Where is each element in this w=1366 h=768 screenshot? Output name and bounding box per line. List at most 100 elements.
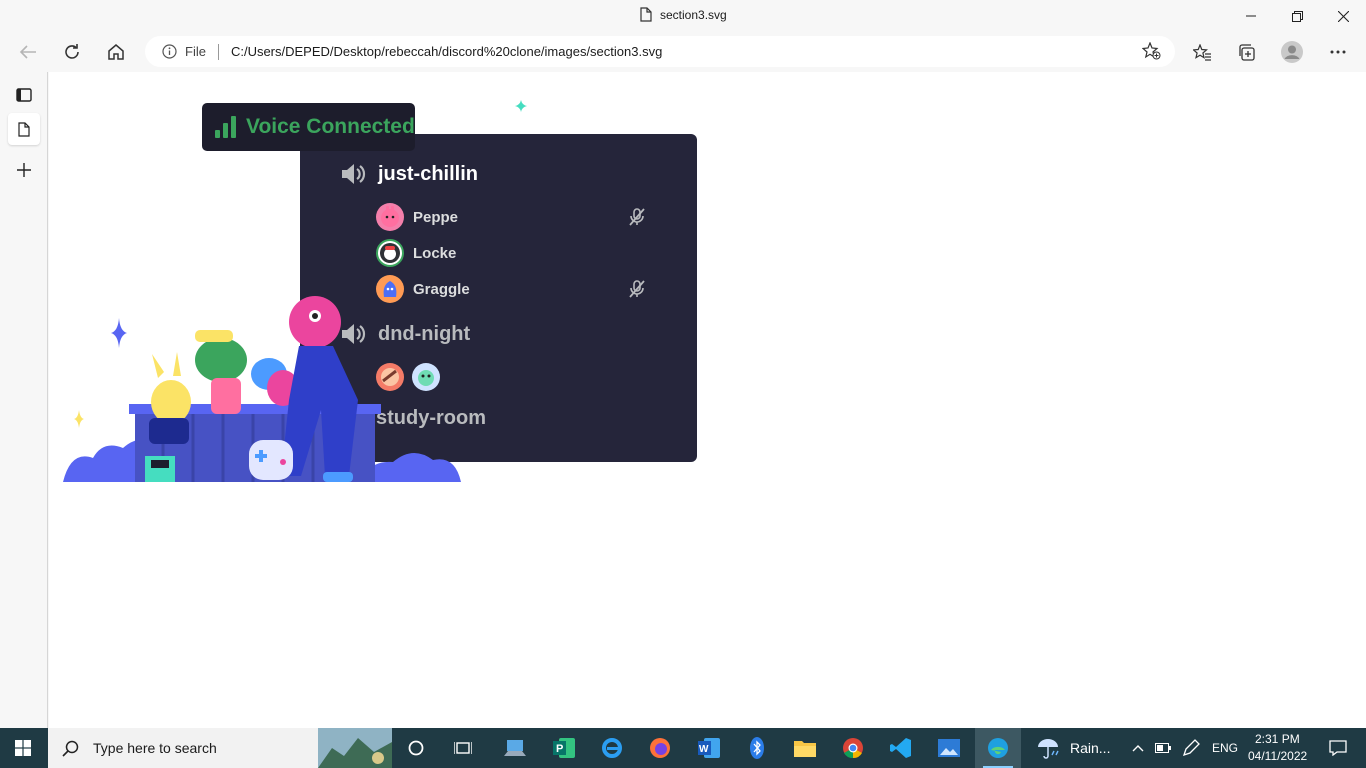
- voice-connected-label: Voice Connected: [246, 115, 415, 138]
- plus-icon: [17, 163, 31, 177]
- favorites-button[interactable]: [1184, 34, 1220, 70]
- cortana-icon: [408, 740, 424, 756]
- search-icon: [62, 740, 79, 757]
- site-info[interactable]: File: [162, 44, 206, 59]
- navigation-bar: File C:/Users/DEPED/Desktop/rebeccah/dis…: [0, 32, 1366, 72]
- pen-icon: [1182, 739, 1200, 757]
- taskbar-app-photos[interactable]: [926, 728, 972, 768]
- umbrella-rain-icon: [1038, 739, 1059, 759]
- computer-icon: [504, 740, 526, 756]
- taskbar-app-bluetooth[interactable]: [734, 728, 780, 768]
- photos-icon: [938, 739, 960, 757]
- avatar-peppe-icon: [381, 206, 399, 227]
- svg-text:P: P: [556, 743, 563, 755]
- taskbar-app-edge[interactable]: [975, 728, 1021, 768]
- windows-logo-icon: [15, 740, 31, 756]
- avatar: [376, 239, 404, 267]
- tab-actions-icon: [16, 88, 32, 102]
- voice-user-locke[interactable]: Locke: [376, 239, 456, 267]
- folder-icon: [794, 741, 816, 757]
- chevron-up-icon: [1132, 745, 1144, 752]
- window-title: section3.svg: [640, 7, 727, 22]
- chrome-icon: [843, 738, 863, 759]
- user-name: Peppe: [413, 208, 459, 226]
- file-icon: [18, 121, 30, 137]
- channel-just-chillin[interactable]: just-chillin: [340, 162, 478, 186]
- input-language[interactable]: ENG: [1212, 741, 1238, 755]
- internet-explorer-icon: [602, 738, 622, 758]
- minimize-button[interactable]: [1228, 0, 1274, 32]
- speaker-icon: [342, 164, 366, 184]
- address-separator: [217, 43, 219, 60]
- minimize-icon: [1246, 15, 1256, 17]
- word-icon: W: [698, 738, 720, 758]
- search-placeholder: Type here to search: [93, 740, 217, 756]
- cortana-button[interactable]: [393, 728, 439, 768]
- taskbar-app-firefox[interactable]: [637, 728, 683, 768]
- taskbar: Type here to search P W Rain... ENG 2:31…: [0, 728, 1366, 768]
- home-icon: [108, 44, 124, 60]
- battery-button[interactable]: [1151, 728, 1175, 768]
- user-name: Locke: [413, 244, 457, 262]
- refresh-icon: [65, 44, 79, 59]
- edge-icon: [988, 738, 1008, 758]
- battery-icon: [1155, 743, 1171, 753]
- avatar-locke-icon: [380, 243, 400, 263]
- collections-button[interactable]: [1228, 34, 1264, 70]
- window-title-text: section3.svg: [660, 7, 727, 22]
- bluetooth-icon: [750, 737, 764, 759]
- settings-menu-button[interactable]: [1320, 34, 1356, 70]
- mic-muted-icon: [629, 280, 645, 298]
- taskbar-app-vscode[interactable]: [878, 728, 924, 768]
- mic-muted-icon: [629, 208, 645, 226]
- pen-workspace-button[interactable]: [1178, 728, 1204, 768]
- refresh-button[interactable]: [54, 34, 90, 70]
- taskbar-app-word[interactable]: W: [686, 728, 732, 768]
- url-text[interactable]: C:/Users/DEPED/Desktop/rebeccah/discord%…: [231, 44, 662, 59]
- avatar-icon: [1281, 41, 1303, 63]
- start-button[interactable]: [0, 728, 46, 768]
- tab-actions-button[interactable]: [8, 79, 40, 111]
- star-add-icon: [1141, 41, 1161, 60]
- restore-icon: [1291, 10, 1303, 22]
- tab-section3[interactable]: [8, 113, 40, 145]
- restore-button[interactable]: [1274, 0, 1320, 32]
- profile-button[interactable]: [1274, 34, 1310, 70]
- voice-user-peppe[interactable]: Peppe: [376, 203, 458, 231]
- weather-label: Rain...: [1070, 740, 1111, 756]
- notification-icon: [1329, 740, 1347, 756]
- title-bar: section3.svg: [0, 0, 1366, 32]
- back-button[interactable]: [10, 34, 46, 70]
- vertical-tabs: [0, 72, 48, 728]
- taskbar-app-network[interactable]: [492, 728, 538, 768]
- clock-time[interactable]: 2:31 PM: [1255, 732, 1300, 746]
- sparkle-icon: [515, 100, 527, 112]
- favorites-list-icon: [1192, 43, 1211, 61]
- back-arrow-icon: [19, 45, 36, 59]
- taskbar-search-box[interactable]: Type here to search: [48, 728, 392, 768]
- file-icon: [640, 7, 652, 22]
- task-view-button[interactable]: [440, 728, 486, 768]
- weather-widget[interactable]: Rain...: [1028, 728, 1118, 768]
- home-button[interactable]: [98, 34, 134, 70]
- new-tab-button[interactable]: [8, 154, 40, 186]
- signal-bars-icon: [215, 116, 236, 138]
- vscode-icon: [890, 738, 911, 758]
- page-viewport: just-chillin Peppe Locke Graggle dnd-nig…: [49, 72, 1366, 728]
- show-hidden-icons-button[interactable]: [1126, 728, 1150, 768]
- info-icon: [162, 44, 177, 59]
- taskbar-app-file-explorer[interactable]: [782, 728, 828, 768]
- notifications-button[interactable]: [1318, 728, 1358, 768]
- svg-text:W: W: [699, 744, 709, 755]
- taskbar-app-chrome[interactable]: [830, 728, 876, 768]
- site-info-label: File: [185, 44, 206, 59]
- collections-icon: [1239, 44, 1255, 61]
- clock-date[interactable]: 04/11/2022: [1248, 749, 1307, 763]
- publisher-icon: P: [553, 738, 575, 758]
- taskbar-app-publisher[interactable]: P: [541, 728, 587, 768]
- address-bar[interactable]: File C:/Users/DEPED/Desktop/rebeccah/dis…: [145, 36, 1175, 67]
- close-button[interactable]: [1320, 0, 1366, 32]
- taskbar-app-internet-explorer[interactable]: [589, 728, 635, 768]
- add-favorite-button[interactable]: [1141, 41, 1161, 65]
- close-icon: [1337, 10, 1349, 22]
